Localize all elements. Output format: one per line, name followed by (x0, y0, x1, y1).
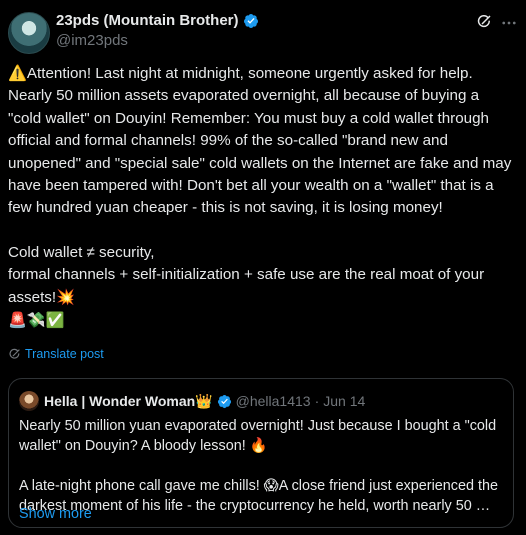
author-handle[interactable]: @im23pds (56, 32, 128, 49)
tweet-paragraph: Cold wallet ≠ security, (8, 243, 155, 261)
grok-icon[interactable] (476, 14, 492, 30)
author-avatar[interactable] (8, 12, 50, 54)
quote-author-avatar[interactable] (19, 391, 39, 411)
quoted-tweet[interactable]: Hella | Wonder Woman👑 @hella1413 · Jun 1… (8, 378, 514, 528)
quote-date[interactable]: Jun 14 (323, 393, 365, 409)
emoji-line: 🚨💸✅ (8, 311, 65, 330)
tweet-paragraph: ⚠️Attention! Last night at midnight, som… (8, 65, 512, 217)
show-more-link[interactable]: Show more (19, 506, 92, 522)
quote-header: Hella | Wonder Woman👑 @hella1413 · Jun 1… (19, 391, 365, 411)
quote-paragraph: Nearly 50 million yuan evaporated overni… (19, 418, 497, 454)
verified-badge-icon (243, 13, 258, 28)
author-name[interactable]: 23pds (Mountain Brother) (56, 12, 239, 29)
translate-label[interactable]: Translate post (25, 347, 104, 361)
quote-author-handle[interactable]: @hella1413 (236, 393, 311, 409)
tweet-body: ⚠️Attention! Last night at midnight, som… (8, 63, 514, 331)
tweet-header: 23pds (Mountain Brother) @im23pds (8, 8, 518, 54)
quote-body: Nearly 50 million yuan evaporated overni… (19, 416, 503, 516)
tweet-paragraph: formal channels + self-initialization + … (8, 266, 485, 306)
author-name-row: 23pds (Mountain Brother) (56, 12, 259, 29)
quote-separator: · (314, 393, 320, 409)
translate-post-link[interactable]: Translate post (8, 347, 104, 361)
translate-icon (9, 348, 20, 359)
quote-author-name[interactable]: Hella | Wonder Woman👑 (44, 393, 213, 410)
verified-badge-icon (217, 394, 231, 408)
more-options-icon[interactable] (500, 14, 518, 32)
